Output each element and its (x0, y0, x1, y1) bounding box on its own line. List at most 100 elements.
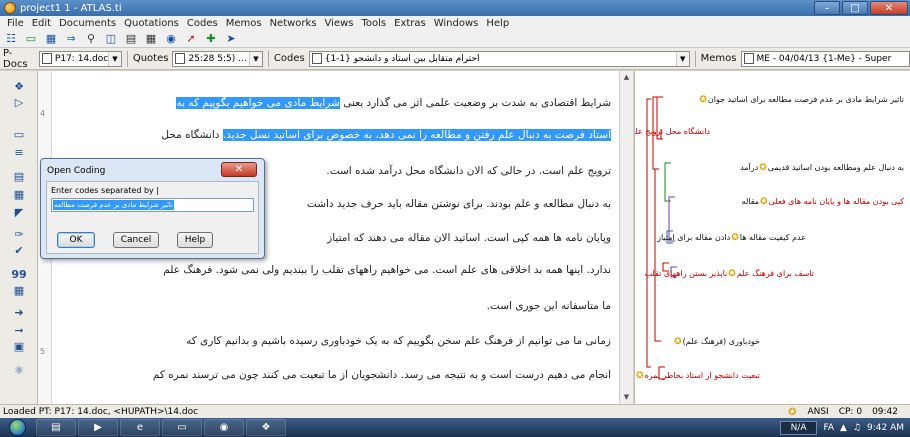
code-icon (311, 53, 322, 64)
bracket-line (654, 168, 661, 342)
checkmark-icon[interactable]: ✔ (10, 243, 28, 259)
scroll-down-arrow-icon[interactable]: ▼ (620, 391, 633, 404)
margin-area[interactable]: تاثیر شرایط مادی بر عدم فرصت مطالعه برای… (634, 71, 910, 404)
library-icon[interactable]: ▤ (124, 32, 138, 45)
memos-label: Memos (700, 53, 737, 64)
open-coding-icon[interactable]: ▤ (10, 169, 28, 185)
find-icon[interactable]: ⚲ (84, 32, 98, 45)
taskbar-app-document[interactable]: ▭ (162, 419, 202, 436)
margin-code-label: تاثیر شرایط مادی بر عدم فرصت مطالعه برای… (707, 95, 904, 104)
margin-code[interactable]: کپی بودن مقاله ها و پایان نامه های فعلی✪… (742, 197, 904, 207)
window-icon[interactable]: ▭ (10, 127, 28, 143)
menu-views[interactable]: Views (321, 18, 358, 29)
navigate-icon[interactable]: ✚ (204, 32, 218, 45)
menu-windows[interactable]: Windows (430, 18, 483, 29)
menu-quotations[interactable]: Quotations (120, 18, 183, 29)
margin-code-label: کپی بودن مقاله ها و پایان نامه های فعلی (768, 197, 904, 206)
code-by-list-icon[interactable]: ◤ (10, 205, 28, 221)
scroll-up-arrow-icon[interactable]: ▲ (620, 71, 633, 84)
taskbar-app-browser[interactable]: e (120, 419, 160, 436)
document-line: زمانی ما می توانیم از فرهنگ علم سخن بگوی… (186, 335, 611, 347)
link-edit-icon[interactable]: ➞ (10, 323, 28, 339)
na-indicator[interactable]: N/A (779, 420, 818, 435)
margin-code[interactable]: تبعیت دانشجو از استاد بخاطر نمره✪ (635, 371, 760, 381)
windows-orb-icon (8, 419, 26, 436)
globe-icon[interactable]: ◉ (164, 32, 178, 45)
margin-code[interactable]: به دنبال علم ومطالعه بودن اساتید قدیمی✪د… (740, 163, 904, 173)
code-name-input[interactable]: تاثیر شرایط مادی بر عدم فرصت مطالعه (51, 198, 254, 212)
vertical-toolbar: ❖ ▷ ▭ ≡ ▤ ▦ ◤ ✑ ✔ 99 ▦ ➜ ➞ ▣ ⚛ (0, 71, 38, 404)
menu-tools[interactable]: Tools (357, 18, 390, 29)
margin-code[interactable]: عدم کیفیت مقاله ها✪دادن مقاله برای امتیا… (657, 233, 806, 243)
hermeneutic-unit-icon[interactable]: ☷ (4, 32, 18, 45)
new-icon[interactable]: ▭ (24, 32, 38, 45)
pdocs-dropdown[interactable]: P17: 14.doc ▼ (38, 50, 122, 67)
minimize-button[interactable]: – (814, 1, 840, 15)
menu-edit[interactable]: Edit (28, 18, 55, 29)
separator (126, 50, 128, 67)
chevron-down-icon[interactable]: ▼ (107, 51, 121, 66)
open-folder-icon[interactable]: ◫ (104, 32, 118, 45)
pointer-icon[interactable]: ➤ (224, 32, 238, 45)
start-button[interactable] (0, 418, 34, 437)
document-line: شرایط اقتصادی به شدت بر وضعیت علمی اثر م… (176, 93, 611, 114)
pen-icon[interactable]: ➚ (184, 32, 198, 45)
menu-networks[interactable]: Networks (266, 18, 321, 29)
menu-documents[interactable]: Documents (55, 18, 120, 29)
atlas-app-icon (4, 2, 16, 14)
document-app-icon: ▭ (177, 422, 187, 433)
margin-code[interactable]: تاثیر شرایط مادی بر عدم فرصت مطالعه برای… (698, 95, 904, 105)
quotes-value: 25:28 5:5) ... (188, 53, 247, 64)
menu-memos[interactable]: Memos (222, 18, 266, 29)
close-window-button[interactable]: ✕ (870, 1, 908, 15)
margin-code[interactable]: خودباوری (فرهنگ علم)✪ (673, 337, 760, 347)
link-icon[interactable]: ➜ (10, 305, 28, 321)
display-icon[interactable]: ▣ (10, 339, 28, 355)
dialog-prompt: Enter codes separated by | (51, 186, 160, 195)
menu-extras[interactable]: Extras (390, 18, 430, 29)
memos-dropdown[interactable]: ME - 04/04/13 {1-Me} - Super (740, 50, 910, 67)
network-signal-icon[interactable]: ▲ (840, 423, 847, 433)
quote-99-icon[interactable]: 99 (10, 267, 28, 283)
in-vivo-coding-icon[interactable]: ▦ (10, 187, 28, 203)
paragraph-number: 4 (40, 109, 46, 118)
chevron-down-icon[interactable]: ▼ (248, 51, 262, 66)
bracket-line (646, 98, 651, 368)
paragraph-number: 5 (40, 347, 46, 356)
grid-icon[interactable]: ▦ (144, 32, 158, 45)
save-icon[interactable]: ▦ (44, 32, 58, 45)
codes-dropdown[interactable]: {احترام متقابل بین استاد و دانشجو {1-1 ▼ (308, 50, 690, 67)
play-icon[interactable]: ▷ (10, 95, 28, 111)
maximize-button[interactable]: □ (842, 1, 868, 15)
taskbar-clock[interactable]: 9:42 AM (867, 423, 904, 433)
help-button[interactable]: Help (177, 232, 213, 248)
taskbar-app-chrome[interactable]: ◉ (204, 419, 244, 436)
volume-icon[interactable]: ♫ (853, 423, 861, 433)
margin-code-label: ناپذیر بستن راههای تقلب (644, 269, 728, 278)
ok-button[interactable]: OK (57, 232, 95, 248)
quotation-tool-icon[interactable]: ≡ (10, 145, 28, 161)
network-icon[interactable]: ⚛ (10, 363, 28, 379)
margin-code[interactable]: تاسف برای فرهنگ علم✪ناپذیر بستن راههای ت… (645, 269, 814, 279)
chevron-down-icon[interactable]: ▼ (675, 51, 689, 66)
taskbar-app-media[interactable]: ▶ (78, 419, 118, 436)
document-line: انجام می دهیم درست است و به نتیجه می رسد… (152, 369, 611, 381)
import-icon[interactable]: ⇒ (64, 32, 78, 45)
language-indicator[interactable]: FA (823, 423, 834, 433)
menu-codes[interactable]: Codes (183, 18, 222, 29)
document-scrollbar[interactable]: ▲ ▼ (619, 71, 633, 404)
taskbar-app-explorer[interactable]: ▤ (36, 419, 76, 436)
menu-help[interactable]: Help (482, 18, 513, 29)
menu-file[interactable]: File (3, 18, 28, 29)
table-icon[interactable]: ▦ (10, 283, 28, 299)
selected-text: استاد فرصت به دنبال علم رفتن و مطالعه را… (222, 129, 611, 141)
memo-tool-icon[interactable]: ✑ (10, 227, 28, 243)
document-line: وپایان نامه ها همه کپی است. اساتید الان … (327, 232, 611, 244)
taskbar-app-atlas[interactable]: ❖ (246, 419, 286, 436)
margin-code[interactable]: دانشگاه محل ترویج علم✪ (635, 127, 710, 137)
quotes-dropdown[interactable]: 25:28 5:5) ... ▼ (172, 50, 263, 67)
dialog-close-button[interactable]: ✕ (221, 162, 257, 177)
document-line: ما متاسفانه این جوری است. (486, 300, 611, 312)
cancel-button[interactable]: Cancel (113, 232, 159, 248)
code-tool-icon[interactable]: ❖ (10, 79, 28, 95)
